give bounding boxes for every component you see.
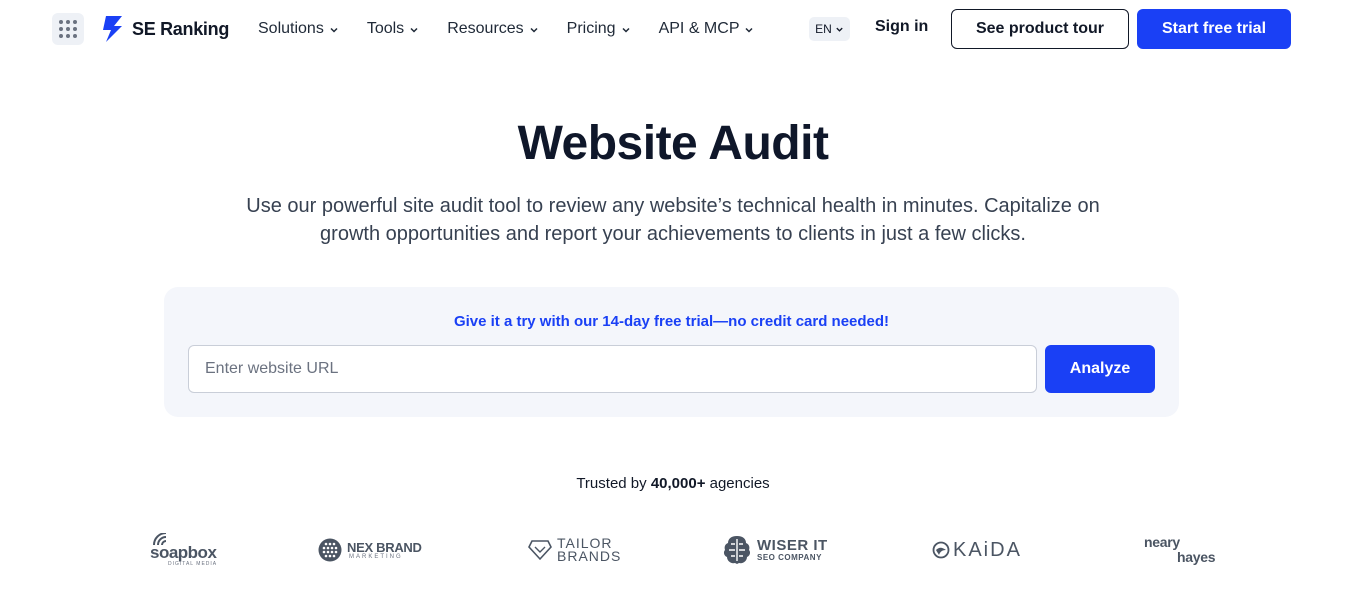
nav-item-tools[interactable]: Tools <box>367 18 419 40</box>
client-logo-soapbox: soapbox DIGITAL MEDIA <box>150 528 217 572</box>
free-trial-note: Give it a try with our 14-day free trial… <box>453 313 890 330</box>
nav-item-api-mcp[interactable]: API & MCP <box>659 18 755 40</box>
nav-item-label: Resources <box>447 20 524 37</box>
page-subtitle: Use our powerful site audit tool to revi… <box>210 192 1136 248</box>
soapbox-tag: DIGITAL MEDIA <box>168 561 218 567</box>
tailor-brands-diamond-icon <box>528 540 552 561</box>
nav-item-pricing[interactable]: Pricing <box>567 18 631 40</box>
wiser-it-name: WISER IT <box>757 536 828 554</box>
nav-item-label: Pricing <box>566 20 616 37</box>
language-label: EN <box>815 22 832 36</box>
audit-form-card: Give it a try with our 14-day free trial… <box>164 287 1179 417</box>
nex-brand-dots-icon <box>318 538 342 562</box>
see-product-tour-button[interactable]: See product tour <box>951 9 1129 49</box>
apps-grid-icon <box>59 20 77 38</box>
wiser-it-tag: SEO COMPANY <box>757 552 822 562</box>
trusted-by-text: Trusted by 40,000+ agencies <box>0 475 1346 492</box>
client-logo-kaida: KAiDA <box>932 528 1022 572</box>
brand-logo[interactable]: SE Ranking <box>100 14 229 44</box>
top-navigation-bar: SE Ranking Solutions Tools Resources Pri… <box>0 0 1346 58</box>
nav-item-label: Tools <box>366 20 405 37</box>
analyze-button[interactable]: Analyze <box>1045 345 1155 393</box>
soapbox-name: soapbox <box>150 543 217 562</box>
sign-in-link[interactable]: Sign in <box>875 18 928 36</box>
chevron-down-icon <box>530 27 538 33</box>
nex-brand-tag: MARKETING <box>349 553 403 560</box>
website-url-input[interactable] <box>188 345 1037 393</box>
main-nav: Solutions Tools Resources Pricing API & … <box>258 18 782 40</box>
chevron-down-icon <box>836 27 843 32</box>
client-logo-neary-hayes: neary hayes <box>1144 528 1216 572</box>
nex-brand-name: NEX BRAND <box>347 539 422 555</box>
client-logo-wiser-it: WISER IT SEO COMPANY <box>722 528 828 572</box>
wiser-it-brain-icon <box>723 536 751 564</box>
trusted-count: 40,000+ <box>650 475 706 492</box>
trusted-prefix: Trusted by <box>576 475 647 492</box>
nav-item-label: Solutions <box>258 20 324 37</box>
client-logo-tailor-brands: TAILOR BRANDS <box>528 528 621 572</box>
neary-hayes-line-2: hayes <box>1177 549 1216 565</box>
chevron-down-icon <box>330 27 338 33</box>
nav-item-label: API & MCP <box>658 20 740 37</box>
nav-item-solutions[interactable]: Solutions <box>258 18 339 40</box>
page-title: Website Audit <box>517 117 829 170</box>
subtitle-line-2: growth opportunities and report your ach… <box>320 223 1026 245</box>
brand-name: SE Ranking <box>132 18 230 39</box>
chevron-down-icon <box>622 27 630 33</box>
tailor-brands-line-2: BRANDS <box>557 548 622 564</box>
language-selector[interactable]: EN <box>809 17 850 41</box>
se-ranking-logo-icon <box>103 16 122 42</box>
chevron-down-icon <box>745 27 754 33</box>
trusted-suffix: agencies <box>709 475 770 492</box>
apps-menu-button[interactable] <box>52 13 84 45</box>
kaida-bird-icon <box>932 541 950 559</box>
subtitle-line-1: Use our powerful site audit tool to revi… <box>246 195 1100 217</box>
neary-hayes-line-1: neary <box>1144 534 1180 550</box>
kaida-name: KAiDA <box>953 538 1022 561</box>
client-logo-nex-brand: NEX BRAND MARKETING <box>318 528 422 572</box>
start-free-trial-button[interactable]: Start free trial <box>1137 9 1291 49</box>
chevron-down-icon <box>410 27 418 33</box>
nav-item-resources[interactable]: Resources <box>447 18 538 40</box>
